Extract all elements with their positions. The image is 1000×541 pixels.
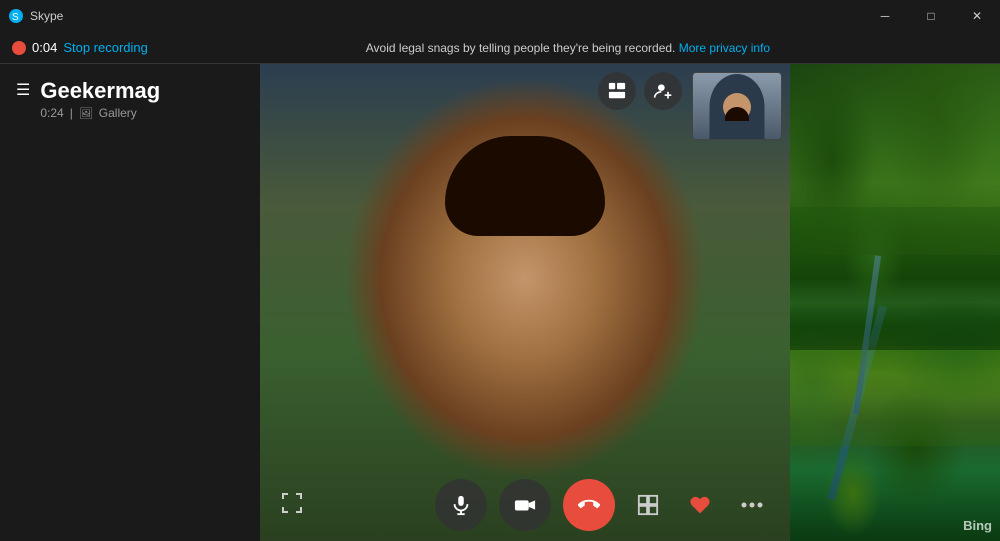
sidebar: ☰ Geekermag 0:24 | 🖼 Gallery xyxy=(0,64,260,541)
title-bar-controls: ─ □ ✕ xyxy=(862,0,1000,32)
call-area xyxy=(260,64,790,541)
contact-name: Geekermag xyxy=(40,78,244,104)
camera-button[interactable] xyxy=(499,479,551,531)
end-call-button[interactable] xyxy=(563,479,615,531)
recording-left: 0:04 Stop recording xyxy=(12,40,148,55)
fullscreen-button[interactable] xyxy=(280,491,304,521)
hamburger-menu-icon[interactable]: ☰ xyxy=(16,80,30,100)
recording-notice: Avoid legal snags by telling people they… xyxy=(148,41,988,55)
self-view-video xyxy=(693,73,781,139)
bing-watermark: Bing xyxy=(963,518,992,533)
recording-bar: 0:04 Stop recording Avoid legal snags by… xyxy=(0,32,1000,64)
heart-icon xyxy=(689,494,711,516)
title-bar: S Skype ─ □ ✕ xyxy=(0,0,1000,32)
react-button[interactable] xyxy=(682,487,718,523)
layout-button[interactable] xyxy=(630,487,666,523)
notice-text: Avoid legal snags by telling people they… xyxy=(366,41,676,55)
mute-button[interactable] xyxy=(435,479,487,531)
gallery-icon: 🖼 xyxy=(79,107,93,120)
add-person-button[interactable] xyxy=(644,72,682,110)
add-person-icon xyxy=(653,81,673,101)
recording-timer: 0:04 xyxy=(32,40,57,55)
title-bar-left: S Skype xyxy=(0,8,862,24)
end-call-icon xyxy=(578,494,600,516)
recording-indicator-icon xyxy=(12,41,26,55)
maximize-button[interactable]: □ xyxy=(908,0,954,32)
view-toggle-button[interactable] xyxy=(598,72,636,110)
bottom-controls xyxy=(260,469,790,541)
bottom-center-controls xyxy=(435,479,615,531)
more-icon xyxy=(741,502,763,508)
skype-logo-icon: S xyxy=(8,8,24,24)
close-button[interactable]: ✕ xyxy=(954,0,1000,32)
camera-icon xyxy=(514,494,536,516)
fields xyxy=(790,346,1000,446)
minimize-button[interactable]: ─ xyxy=(862,0,908,32)
stop-recording-link[interactable]: Stop recording xyxy=(63,40,148,55)
layout-icon xyxy=(637,494,659,516)
svg-text:S: S xyxy=(12,12,19,23)
privacy-link[interactable]: More privacy info xyxy=(679,41,770,55)
title-bar-title: Skype xyxy=(30,9,63,23)
separator: | xyxy=(70,106,73,120)
view-toggle-icon xyxy=(608,82,626,100)
self-view xyxy=(692,72,782,140)
sidebar-header: ☰ Geekermag 0:24 | 🖼 Gallery xyxy=(0,64,260,124)
sidebar-contact: Geekermag 0:24 | 🖼 Gallery xyxy=(40,78,244,120)
person-hair xyxy=(445,136,605,236)
fullscreen-icon xyxy=(280,491,304,515)
top-controls xyxy=(598,72,682,110)
call-duration: 0:24 xyxy=(40,106,63,120)
more-button[interactable] xyxy=(734,487,770,523)
bing-wallpaper: Bing xyxy=(790,64,1000,541)
gallery-label: Gallery xyxy=(99,106,137,120)
main-container: ☰ Geekermag 0:24 | 🖼 Gallery xyxy=(0,64,1000,541)
contact-meta: 0:24 | 🖼 Gallery xyxy=(40,106,244,120)
microphone-icon xyxy=(450,494,472,516)
